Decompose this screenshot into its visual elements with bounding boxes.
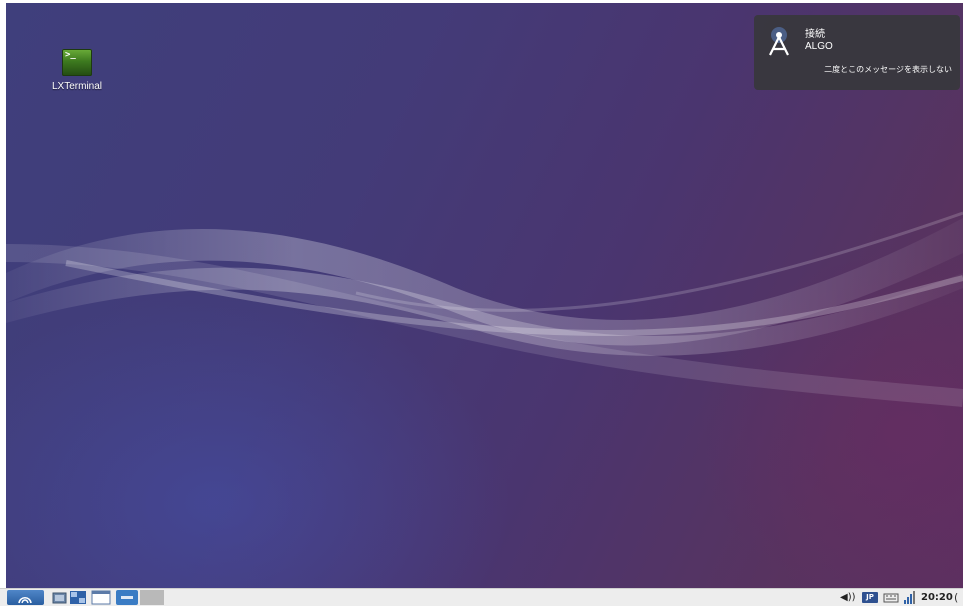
network-signal-icon[interactable] [903,590,917,605]
power-icon[interactable]: ( [954,590,963,605]
wallpaper-waves [6,211,963,407]
notification-body: ALGO [805,41,833,52]
task-window-icon [70,591,86,604]
task-switcher-launcher[interactable] [69,590,87,605]
volume-icon[interactable]: ◀)) [840,590,856,605]
keyboard-layout-indicator[interactable]: JP [862,592,878,603]
antenna-icon [769,27,789,56]
clock[interactable]: 20:20 [921,590,953,605]
lubuntu-logo-icon [18,596,32,604]
desktop-icon-label: LXTerminal [51,81,103,92]
notification-title: 接続 [805,29,825,40]
desktop-icon-lxterminal[interactable]: >_ LXTerminal [42,49,112,92]
window-task-icon [121,596,133,599]
browser-window-launcher[interactable] [91,590,111,605]
start-menu-button[interactable] [7,590,44,605]
taskbar: ◀)) JP 20:20 ( [0,588,963,606]
browser-window-icon [91,590,111,605]
terminal-icon: >_ [62,49,92,76]
desktop[interactable]: >_ LXTerminal 接続 ALGO 二度とこのメッセージを表示しない [6,3,963,588]
taskbar-empty-slot[interactable] [140,590,164,605]
keyboard-icon[interactable] [883,590,899,605]
notification-dismiss-link[interactable]: 二度とこのメッセージを表示しない [824,64,952,75]
taskbar-window-task[interactable] [116,590,138,605]
signal-bars-icon [904,591,915,604]
file-manager-launcher[interactable] [52,590,67,605]
file-manager-icon [52,592,67,604]
notification-popup[interactable]: 接続 ALGO 二度とこのメッセージを表示しない [754,15,960,90]
